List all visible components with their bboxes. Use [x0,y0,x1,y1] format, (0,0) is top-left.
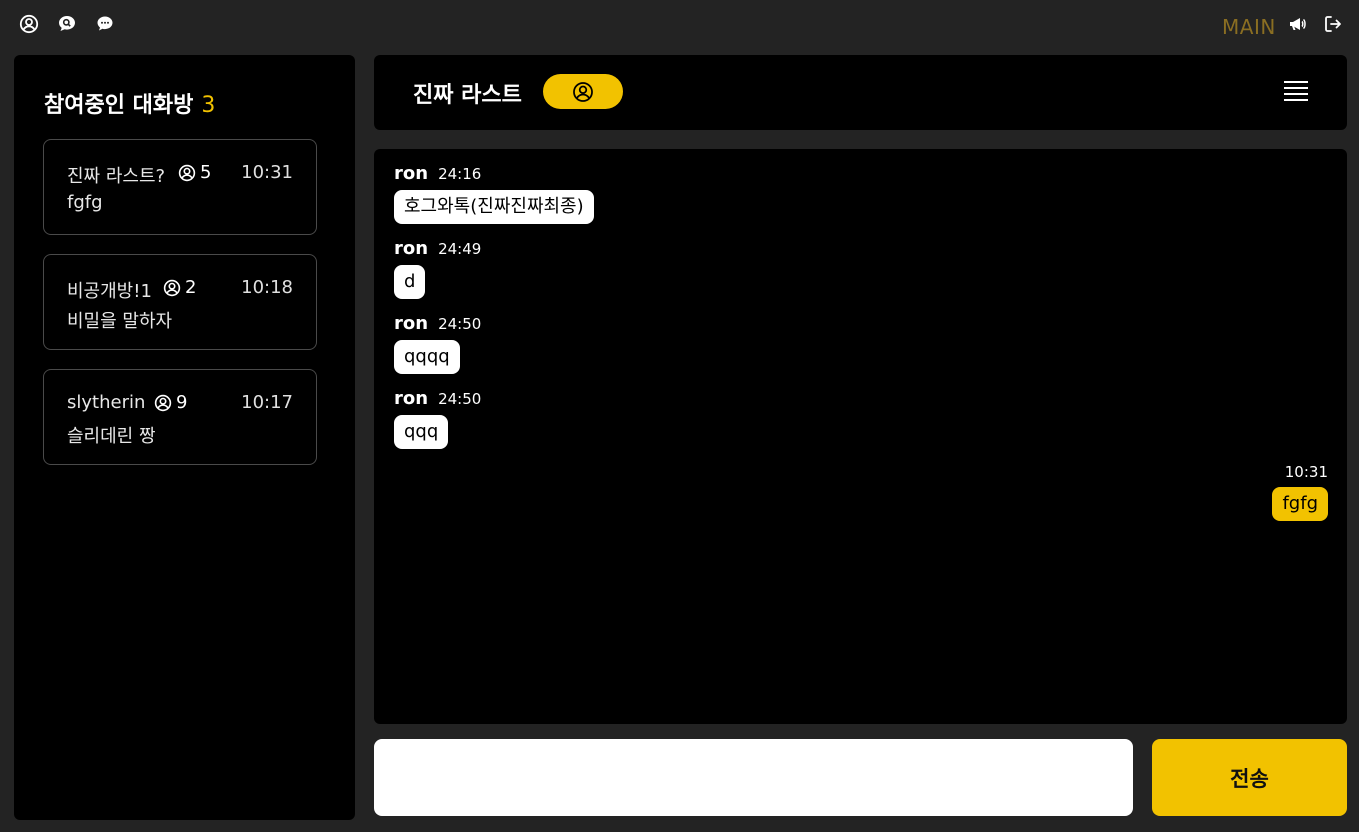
chat-bubble-icon[interactable] [95,14,115,34]
room-card[interactable]: slytherin 9 10:17 슬리데린 짱 [43,369,317,465]
sidebar-title-text: 참여중인 대화방 [44,93,194,118]
message-bubble: d [394,265,426,299]
message: ron 24:50 qqqq [394,313,481,374]
chat-title: 진짜 라스트 [413,83,522,108]
message-time: 24:50 [438,315,482,333]
sidebar-title: 참여중인 대화방 3 [44,87,215,119]
room-card[interactable]: 비공개방!1 2 10:18 비밀을 말하자 [43,254,317,350]
message-sender: ron [394,238,429,259]
room-card[interactable]: 진짜 라스트? 5 10:31 fgfg [43,139,317,235]
room-list-panel: 참여중인 대화방 3 진짜 라스트? 5 10:31 fgfg 비공개방!1 2 … [14,55,355,820]
room-name: 진짜 라스트? [67,166,166,187]
message-sender: ron [394,388,429,409]
room-name: 비공개방!1 [67,281,152,302]
send-button[interactable]: 전송 [1152,739,1347,816]
room-time: 10:17 [241,392,293,413]
my-message-bubble: fgfg [1272,487,1328,521]
top-bar: MAIN [0,0,1359,50]
logout-icon[interactable] [1323,14,1343,34]
message-time: 24:50 [438,390,482,408]
members-button[interactable] [543,74,623,109]
message-bubble: 호그와톡(진짜진짜최종) [394,190,594,224]
room-last-message: 슬리데린 짱 [67,426,156,447]
message: ron 24:16 호그와톡(진짜진짜최종) [394,163,594,224]
message-input[interactable] [374,739,1133,816]
room-last-message: 비밀을 말하자 [67,311,173,332]
message-bubble: qqqq [394,340,460,374]
member-count: 5 [200,162,212,183]
room-time: 10:18 [241,277,293,298]
chat-header: 진짜 라스트 [374,55,1347,130]
room-name: slytherin [67,392,146,413]
message-bubble: qqq [394,415,449,449]
user-circle-icon [573,81,593,102]
message-time: 10:31 [1284,463,1328,481]
member-count: 9 [176,392,188,413]
message-sender: ron [394,313,429,334]
room-member-count: 9 [154,392,187,413]
user-circle-icon [163,279,181,296]
my-message: 10:31 fgfg [1272,463,1328,521]
user-circle-icon [154,394,172,411]
message-time: 24:49 [438,240,482,258]
room-count: 3 [201,93,216,118]
room-member-count: 2 [163,277,196,298]
member-count: 2 [185,277,197,298]
message-sender: ron [394,163,429,184]
room-last-message: fgfg [67,192,103,213]
user-circle-icon [178,164,196,181]
message: ron 24:49 d [394,238,481,299]
message-time: 24:16 [438,165,482,183]
main-link[interactable]: MAIN [1222,15,1276,39]
room-member-count: 5 [178,162,211,183]
megaphone-icon[interactable] [1287,14,1307,34]
message: ron 24:50 qqq [394,388,481,449]
user-circle-icon[interactable] [19,14,39,34]
message-list[interactable]: ron 24:16 호그와톡(진짜진짜최종) ron 24:49 d ron 2… [374,149,1347,724]
hamburger-menu-icon[interactable] [1284,81,1308,103]
search-chat-icon[interactable] [57,14,77,34]
room-time: 10:31 [241,162,293,183]
